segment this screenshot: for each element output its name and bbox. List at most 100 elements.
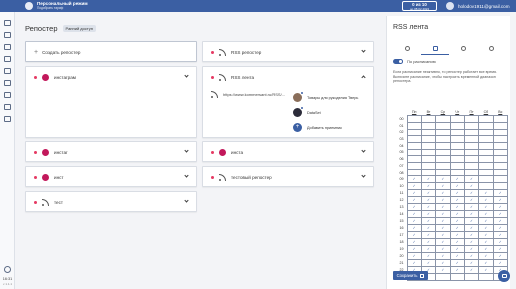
schedule-cell[interactable]: ✓ [449, 238, 465, 247]
day-header[interactable]: Пн [407, 109, 421, 116]
schedule-cell[interactable] [492, 162, 509, 170]
schedule-cell[interactable] [463, 121, 480, 130]
schedule-cell[interactable] [449, 141, 465, 150]
help-icon[interactable] [4, 266, 11, 273]
hour-label[interactable]: 10 [393, 183, 407, 190]
schedule-cell[interactable] [478, 115, 494, 123]
schedule-cell[interactable]: ✓ [492, 231, 509, 240]
schedule-cell[interactable]: ✓ [449, 217, 465, 226]
hour-label[interactable]: 21 [393, 260, 407, 267]
sidebar-item-dashboard-icon[interactable] [4, 20, 11, 26]
schedule-cell[interactable] [478, 182, 494, 191]
schedule-cell[interactable]: ✓ [435, 231, 451, 240]
schedule-cell[interactable] [406, 135, 422, 143]
day-header[interactable]: Сб [479, 109, 493, 116]
schedule-cell[interactable]: ✓ [492, 210, 509, 219]
schedule-cell[interactable] [420, 128, 437, 137]
schedule-cell[interactable]: ✓ [435, 238, 451, 247]
schedule-cell[interactable]: ✓ [463, 189, 480, 198]
day-header[interactable]: Пт [464, 109, 478, 116]
schedule-cell[interactable] [492, 121, 509, 130]
reposter-card-expanded[interactable]: RSS лента https://www.kommersant.ru/RSS/… [202, 66, 374, 138]
schedule-cell[interactable]: ✓ [406, 182, 422, 191]
day-header[interactable]: Вт [421, 109, 435, 116]
schedule-cell[interactable]: ✓ [478, 238, 494, 247]
schedule-cell[interactable]: ✓ [406, 175, 422, 184]
schedule-cell[interactable] [478, 135, 494, 143]
schedule-cell[interactable] [463, 273, 480, 282]
schedule-cell[interactable]: ✓ [435, 217, 451, 226]
schedule-cell[interactable] [463, 168, 480, 177]
sidebar-item-folder-icon[interactable] [4, 44, 11, 50]
schedule-cell[interactable]: ✓ [420, 245, 437, 254]
schedule-cell[interactable] [478, 121, 494, 130]
hour-label[interactable]: 09 [393, 176, 407, 183]
chat-button[interactable] [498, 270, 510, 282]
schedule-cell[interactable]: ✓ [420, 238, 437, 247]
schedule-cell[interactable]: ✓ [406, 189, 422, 198]
schedule-cell[interactable] [492, 182, 509, 191]
schedule-cell[interactable]: ✓ [492, 259, 509, 268]
chevron-down-icon[interactable] [184, 148, 189, 153]
schedule-cell[interactable] [478, 141, 494, 150]
tab-account[interactable] [449, 42, 477, 55]
schedule-cell[interactable]: ✓ [435, 259, 451, 268]
hour-label[interactable]: 06 [393, 156, 407, 163]
schedule-cell[interactable] [463, 141, 480, 150]
reposter-card[interactable]: инст [25, 166, 197, 187]
schedule-cell[interactable] [463, 115, 480, 123]
hour-label[interactable]: 20 [393, 253, 407, 260]
schedule-cell[interactable]: ✓ [463, 238, 480, 247]
schedule-cell[interactable] [406, 148, 422, 157]
hour-label[interactable]: 11 [393, 190, 407, 197]
hour-label[interactable]: 02 [393, 129, 407, 136]
schedule-cell[interactable]: ✓ [406, 224, 422, 233]
schedule-cell[interactable] [478, 162, 494, 170]
schedule-cell[interactable]: ✓ [449, 224, 465, 233]
schedule-cell[interactable]: ✓ [463, 231, 480, 240]
save-button[interactable]: Сохранить [393, 271, 428, 280]
reposter-card[interactable]: тест [25, 191, 197, 212]
schedule-cell[interactable]: ✓ [420, 203, 437, 212]
schedule-cell[interactable] [406, 128, 422, 137]
brand[interactable]: Персональный режим Подобрать тариф [25, 1, 88, 10]
schedule-cell[interactable]: ✓ [463, 252, 480, 261]
day-header[interactable]: Чт [450, 109, 464, 116]
schedule-cell[interactable] [420, 168, 437, 177]
schedule-cell[interactable] [435, 135, 451, 143]
schedule-cell[interactable] [463, 155, 480, 163]
schedule-cell[interactable]: ✓ [492, 196, 509, 205]
schedule-cell[interactable] [449, 162, 465, 170]
schedule-cell[interactable]: ✓ [463, 224, 480, 233]
user-menu[interactable]: holodov1911@gmail.com [446, 2, 510, 10]
schedule-cell[interactable]: ✓ [449, 210, 465, 219]
day-header[interactable]: Ср [436, 109, 450, 116]
reposter-card[interactable]: инстаграм [25, 66, 197, 138]
schedule-cell[interactable] [463, 128, 480, 137]
schedule-cell[interactable]: ✓ [406, 252, 422, 261]
reposter-card[interactable]: RSS репостер [202, 41, 374, 62]
source-url[interactable]: https://www.kommersant.ru/RSS/... [211, 91, 285, 98]
schedule-cell[interactable]: ✓ [478, 189, 494, 198]
schedule-cell[interactable]: ✓ [463, 217, 480, 226]
schedule-cell[interactable] [478, 168, 494, 177]
chevron-down-icon[interactable] [184, 73, 189, 78]
schedule-cell[interactable]: ✓ [406, 259, 422, 268]
usage-counter[interactable]: 0 из 10 до 08.02.2022 [402, 1, 437, 11]
schedule-cell[interactable]: ✓ [478, 266, 494, 275]
hour-label[interactable]: 07 [393, 163, 407, 170]
schedule-cell[interactable]: ✓ [449, 245, 465, 254]
schedule-cell[interactable]: ✓ [420, 196, 437, 205]
schedule-cell[interactable]: ✓ [492, 238, 509, 247]
schedule-cell[interactable] [492, 115, 509, 123]
tab-history[interactable] [477, 42, 505, 55]
hour-label[interactable]: 18 [393, 239, 407, 246]
hour-label[interactable]: 04 [393, 142, 407, 149]
schedule-cell[interactable]: ✓ [463, 203, 480, 212]
schedule-cell[interactable] [435, 168, 451, 177]
reposter-card[interactable]: инста [202, 141, 374, 162]
sidebar-item-notes-icon[interactable] [4, 32, 11, 38]
schedule-cell[interactable] [435, 141, 451, 150]
schedule-cell[interactable]: ✓ [492, 245, 509, 254]
schedule-cell[interactable] [406, 121, 422, 130]
